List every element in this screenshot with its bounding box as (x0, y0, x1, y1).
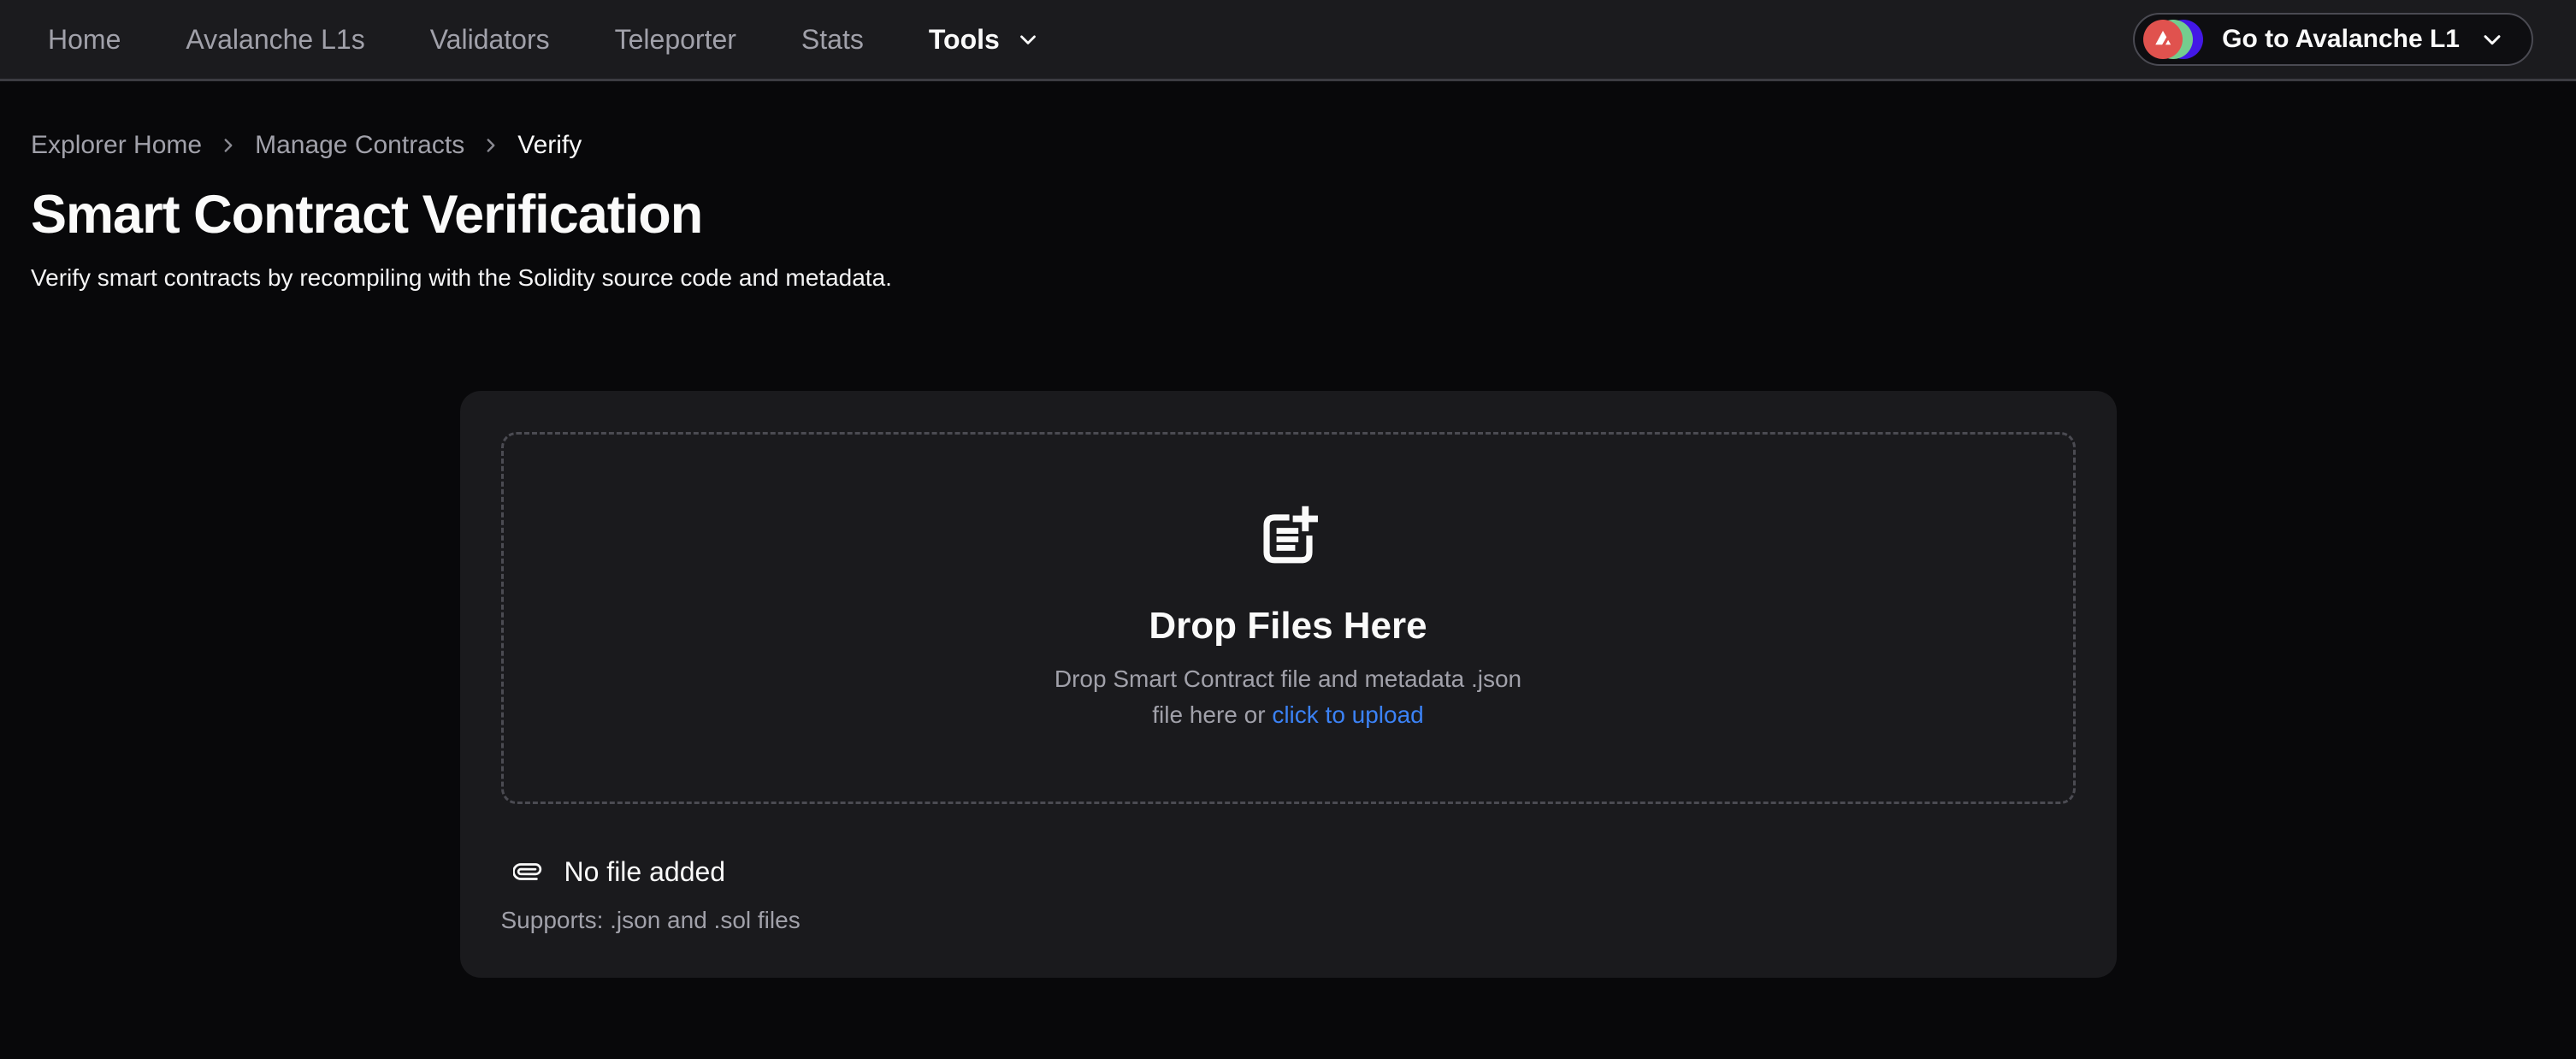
nav-item-tools-label: Tools (929, 24, 1000, 56)
supported-formats: Supports: .json and .sol files (501, 907, 2076, 934)
file-status-row: No file added (513, 849, 2076, 895)
click-to-upload-link[interactable]: click to upload (1272, 701, 1423, 728)
main-content: Explorer Home Manage Contracts Verify Sm… (0, 81, 2576, 978)
top-nav-bar: Home Avalanche L1s Validators Teleporter… (0, 0, 2576, 81)
nav-item-stats[interactable]: Stats (801, 24, 864, 56)
breadcrumb-explorer-home[interactable]: Explorer Home (31, 131, 202, 160)
main-nav: Home Avalanche L1s Validators Teleporter… (48, 24, 1041, 56)
dropzone-instructions: Drop Smart Contract file and metadata .j… (1055, 661, 1521, 733)
chevron-right-icon (480, 134, 502, 157)
breadcrumb-manage-contracts[interactable]: Manage Contracts (255, 131, 464, 160)
page-subtitle: Verify smart contracts by recompiling wi… (31, 264, 2545, 292)
dropzone-line2-prefix: file here or (1152, 701, 1272, 728)
page-title: Smart Contract Verification (31, 184, 2545, 246)
dropzone-line1: Drop Smart Contract file and metadata .j… (1055, 666, 1521, 692)
go-to-avalanche-l1-label: Go to Avalanche L1 (2222, 25, 2460, 54)
note-add-icon (1255, 504, 1321, 571)
breadcrumb-verify: Verify (517, 131, 582, 160)
paperclip-icon (513, 849, 542, 895)
nav-item-home[interactable]: Home (48, 24, 121, 56)
go-to-avalanche-l1-button[interactable]: Go to Avalanche L1 (2133, 13, 2533, 66)
page: Home Avalanche L1s Validators Teleporter… (0, 0, 2576, 1059)
nav-item-tools[interactable]: Tools (929, 24, 1041, 56)
breadcrumb: Explorer Home Manage Contracts Verify (31, 131, 2545, 160)
avalanche-logo-icon (2143, 20, 2183, 59)
file-dropzone[interactable]: Drop Files Here Drop Smart Contract file… (501, 432, 2076, 804)
chevron-down-icon (2479, 26, 2506, 53)
file-status-message: No file added (564, 856, 726, 888)
verification-card: Drop Files Here Drop Smart Contract file… (460, 391, 2117, 978)
nav-item-avalanche-l1s[interactable]: Avalanche L1s (186, 24, 364, 56)
chevron-down-icon (1015, 27, 1041, 52)
chevron-right-icon (217, 134, 239, 157)
dropzone-heading: Drop Files Here (1149, 605, 1427, 648)
chain-logo-stack (2143, 20, 2203, 59)
nav-item-validators[interactable]: Validators (430, 24, 550, 56)
nav-item-teleporter[interactable]: Teleporter (615, 24, 736, 56)
